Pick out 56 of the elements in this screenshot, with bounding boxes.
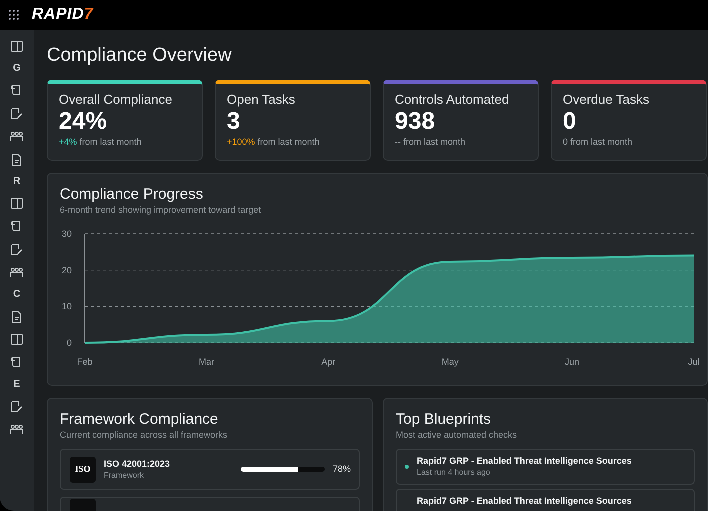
section-letter: C xyxy=(13,289,21,301)
section-letter: R xyxy=(13,176,21,188)
stat-value: 24% xyxy=(59,108,108,136)
axis-label: Jun xyxy=(564,357,580,367)
panel-icon[interactable] xyxy=(10,197,24,211)
panel-title: Framework Compliance xyxy=(60,411,220,429)
axis-label: 30 xyxy=(62,229,72,239)
blueprint-name: Rapid7 GRP - Enabled Threat Intelligence Sources xyxy=(417,456,632,467)
axis-label: May xyxy=(442,357,459,367)
people-icon[interactable] xyxy=(10,130,24,144)
progress-reading: 78% xyxy=(332,462,351,476)
stat-label: Controls Automated xyxy=(395,92,510,108)
stat-value: 3 xyxy=(227,108,242,136)
framework-type: Framework xyxy=(104,470,146,480)
panel-icon[interactable] xyxy=(10,333,24,347)
panel-title: Top Blueprints xyxy=(396,411,492,429)
document-edit-icon[interactable] xyxy=(10,107,24,121)
blueprint-row[interactable]: Rapid7 GRP - Enabled Threat Intelligence Sources xyxy=(396,489,695,511)
page-title: Compliance Overview xyxy=(47,44,233,68)
app-grid-icon[interactable] xyxy=(8,9,20,21)
people-icon[interactable] xyxy=(10,423,24,437)
stat-change: -- from last month xyxy=(395,136,467,148)
axis-label: Jul xyxy=(688,357,700,367)
stat-change: 0 from last month xyxy=(563,136,634,148)
logo: RAPID7 xyxy=(32,5,94,25)
axis-label: Apr xyxy=(322,357,336,367)
axis-label: 20 xyxy=(62,265,72,276)
panel-title: Compliance Progress xyxy=(60,186,204,204)
people-icon[interactable] xyxy=(10,266,24,280)
axis-label: 10 xyxy=(62,302,72,312)
document-edit-icon[interactable] xyxy=(10,400,24,414)
blueprint-row[interactable]: Rapid7 GRP - Enabled Threat Intelligence Sources Last run 4 hours ago xyxy=(396,449,695,485)
stat-value: 938 xyxy=(395,108,436,136)
document-edit-icon[interactable] xyxy=(10,243,24,257)
axis-label: Mar xyxy=(199,357,215,367)
framework-logo: ISO xyxy=(70,456,96,482)
section-letter: E xyxy=(14,379,20,391)
stat-change: +4% from last month xyxy=(59,136,143,148)
framework-row[interactable]: ISO ISO 42001:2023 Framework 78% xyxy=(60,449,360,490)
stat-label: Overall Compliance xyxy=(59,92,174,108)
panel-subtitle: 6-month trend showing improvement toward target xyxy=(60,204,262,216)
stat-label: Overdue Tasks xyxy=(563,92,650,108)
panel-icon[interactable] xyxy=(10,40,24,54)
axis-label: Feb xyxy=(77,357,93,367)
blueprint-name: Rapid7 GRP - Enabled Threat Intelligence Sources xyxy=(417,496,632,507)
stat-change: +100% from last month xyxy=(227,136,321,148)
panel-subtitle: Most active automated checks xyxy=(396,429,518,441)
panel-subtitle: Current compliance across all frameworks xyxy=(60,429,229,441)
document-icon[interactable] xyxy=(10,310,24,324)
blueprint-meta: Last run 4 hours ago xyxy=(417,467,492,478)
framework-name: ISO 42001:2023 xyxy=(104,458,170,470)
stat-value: 0 xyxy=(563,108,578,136)
axis-label: 0 xyxy=(66,338,72,348)
document-icon[interactable] xyxy=(10,153,24,167)
section-letter: G xyxy=(13,63,21,75)
stat-label: Open Tasks xyxy=(227,92,296,108)
